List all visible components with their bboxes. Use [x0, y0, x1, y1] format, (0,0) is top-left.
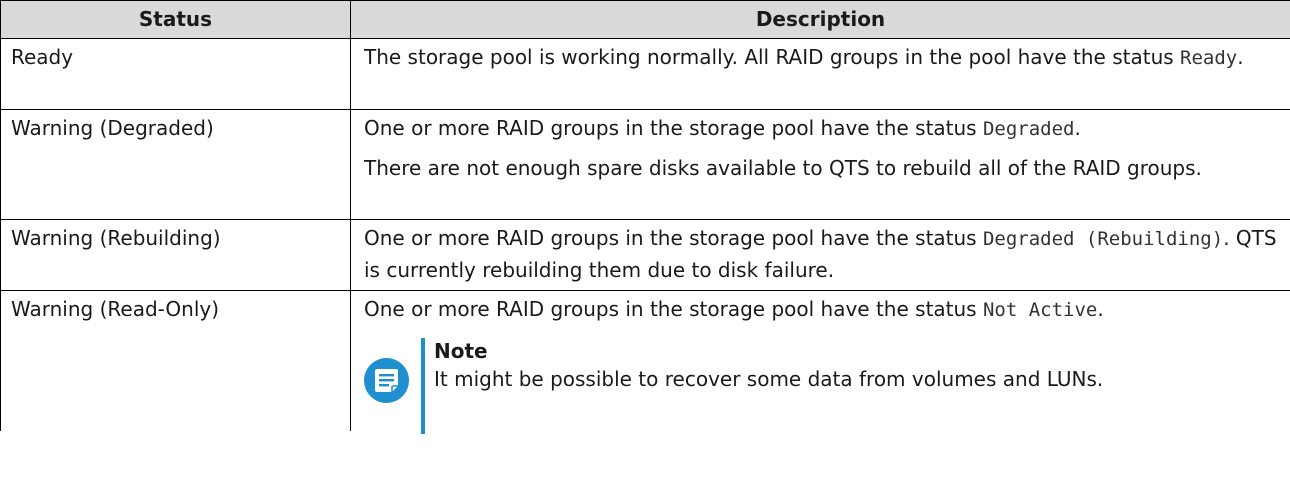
description-cell: One or more RAID groups in the storage p… [350, 219, 1290, 291]
status-cell: Warning (Read-Only) [0, 290, 351, 431]
description-cell: One or more RAID groups in the storage p… [350, 109, 1290, 220]
note-title: Note [434, 339, 488, 363]
description-cell: One or more RAID groups in the storage p… [350, 290, 1290, 434]
table-row: Warning (Read-Only) One or more RAID gro… [0, 290, 1290, 434]
description-text: One or more RAID groups in the storage p… [364, 116, 983, 140]
description-end: . [1237, 45, 1244, 69]
header-description: Description [350, 0, 1290, 39]
status-cell: Warning (Degraded) [0, 109, 351, 220]
status-code: Degraded (Rebuilding) [982, 228, 1224, 250]
header-status: Status [0, 0, 351, 39]
status-code: Degraded [982, 118, 1075, 140]
description-end: . [1097, 297, 1104, 321]
description-text: One or more RAID groups in the storage p… [364, 297, 983, 321]
status-table: Status Description Ready The storage poo… [0, 0, 1290, 434]
description-para-1: One or more RAID groups in the storage p… [364, 294, 1280, 326]
status-code: Not Active [982, 299, 1098, 321]
table-row: Ready The storage pool is working normal… [0, 38, 1290, 110]
description-text: One or more RAID groups in the storage p… [364, 226, 983, 250]
note-accent-bar [421, 338, 425, 434]
status-cell: Warning (Rebuilding) [0, 219, 351, 291]
status-cell: Ready [0, 38, 351, 110]
description-para-2: There are not enough spare disks availab… [364, 156, 1202, 180]
table-row: Warning (Degraded) One or more RAID grou… [0, 109, 1290, 220]
description-para-1: One or more RAID groups in the storage p… [364, 113, 1280, 145]
note-text: It might be possible to recover some dat… [434, 367, 1104, 391]
description-end: . [1074, 116, 1081, 140]
description-cell: The storage pool is working normally. Al… [350, 38, 1290, 110]
table-row: Warning (Rebuilding) One or more RAID gr… [0, 219, 1290, 291]
table-header-row: Status Description [0, 0, 1290, 39]
description-text: The storage pool is working normally. Al… [364, 45, 1181, 69]
note-icon [364, 358, 409, 403]
note-callout: Note It might be possible to recover som… [364, 338, 1280, 434]
status-code: Ready [1180, 47, 1238, 69]
